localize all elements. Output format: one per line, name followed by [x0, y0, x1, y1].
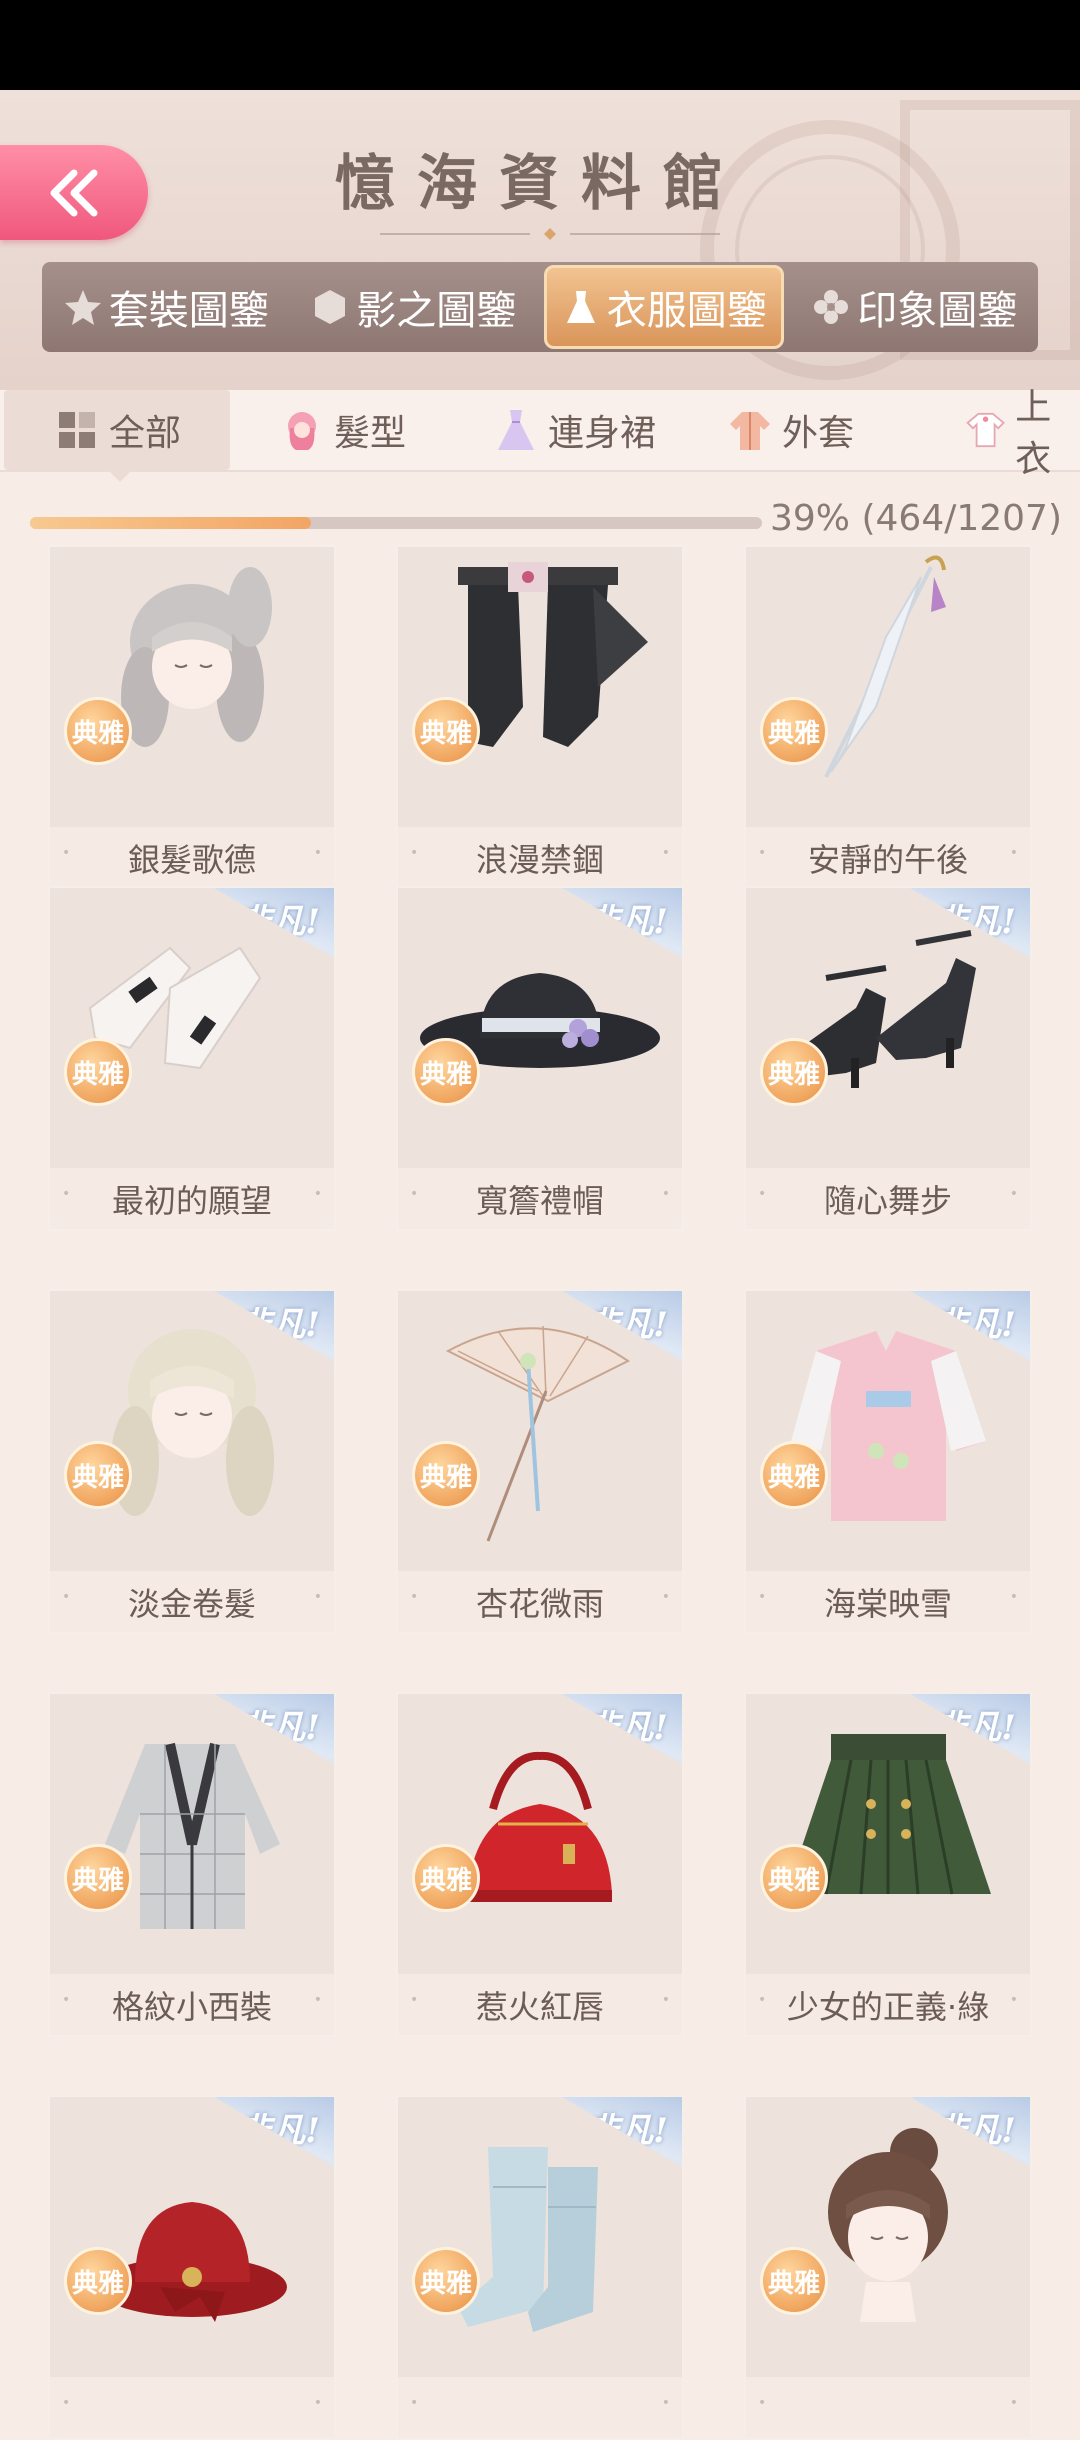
hair-icon — [288, 412, 316, 450]
item-name: 杏花微雨 — [398, 1571, 682, 1632]
item-name: 寬簷禮帽 — [398, 1168, 682, 1229]
page-title: 憶海資料館 — [335, 149, 745, 219]
tab-label: 影之圖鑒 — [356, 288, 517, 334]
grid-icon — [58, 412, 95, 448]
style-badge: 典雅 — [760, 1441, 828, 1509]
style-badge: 典雅 — [64, 1038, 132, 1106]
status-bar — [0, 0, 1080, 90]
item-card[interactable]: 非凡!典雅海棠映雪 — [744, 1289, 1032, 1634]
subcategory-tabs: 全部 髮型 連身裙 外套 上衣 — [0, 387, 1080, 480]
subtab-label: 上衣 — [1015, 387, 1052, 480]
style-badge: 典雅 — [760, 1038, 828, 1106]
style-badge: 典雅 — [760, 1844, 828, 1912]
item-name: 浪漫禁錮 — [398, 827, 682, 888]
tab-label: 衣服圖鑒 — [606, 288, 767, 334]
shirt-icon — [966, 412, 1005, 448]
item-card[interactable]: 典雅銀髮歌德 — [48, 545, 336, 890]
tab-shadow-collection[interactable]: 影之圖鑒 — [296, 265, 530, 349]
item-card[interactable]: 非凡!典雅惹火紅唇 — [396, 1692, 684, 2037]
item-card[interactable]: 非凡!典雅格紋小西裝 — [48, 1692, 336, 2037]
item-card[interactable]: 非凡!典雅寬簷禮帽 — [396, 886, 684, 1231]
style-badge: 典雅 — [64, 2247, 132, 2315]
item-name: 惹火紅唇 — [398, 1974, 682, 2035]
subtab-dress[interactable]: 連身裙 — [492, 390, 656, 470]
style-badge: 典雅 — [64, 1844, 132, 1912]
item-card[interactable]: 典雅安靜的午後 — [744, 545, 1032, 890]
subtab-top[interactable]: 上衣 — [964, 387, 1080, 480]
active-subtab-pointer — [108, 470, 132, 482]
style-badge: 典雅 — [412, 1038, 480, 1106]
subtab-label: 髮型 — [334, 413, 407, 454]
category-tabs: 套裝圖鑒 影之圖鑒 衣服圖鑒 印象圖鑒 — [42, 262, 1038, 352]
item-card[interactable]: 非凡!典雅淡金卷髮 — [48, 1289, 336, 1634]
style-badge: 典雅 — [64, 1441, 132, 1509]
item-card[interactable]: 非凡! 典雅 — [396, 2095, 684, 2440]
subtab-label: 連身裙 — [548, 413, 657, 454]
progress-text: 39% (464/1207) — [770, 498, 1063, 539]
dress-icon — [566, 291, 595, 323]
tab-impression-collection[interactable]: 印象圖鑒 — [797, 265, 1031, 349]
item-card[interactable]: 非凡!典雅最初的願望 — [48, 886, 336, 1231]
dress-icon — [498, 410, 534, 450]
item-image — [824, 555, 946, 778]
item-name: 銀髮歌德 — [50, 827, 334, 888]
style-badge: 典雅 — [412, 1441, 480, 1509]
item-image — [121, 567, 272, 747]
item-image — [458, 562, 648, 747]
tab-clothes-collection[interactable]: 衣服圖鑒 — [543, 265, 784, 349]
item-name: 隨心舞步 — [746, 1168, 1030, 1229]
item-name: 海棠映雪 — [746, 1571, 1030, 1632]
item-name: 安靜的午後 — [746, 827, 1030, 888]
tab-label: 印象圖鑒 — [857, 288, 1018, 334]
item-name — [746, 2377, 1030, 2438]
style-badge: 典雅 — [412, 2247, 480, 2315]
star-icon — [64, 290, 101, 325]
subtab-label: 外套 — [782, 413, 855, 454]
subtab-coat[interactable]: 外套 — [726, 390, 854, 470]
item-card[interactable]: 非凡! 典雅 — [48, 2095, 336, 2440]
coat-icon — [730, 412, 770, 450]
subtab-label: 全部 — [108, 413, 181, 454]
tab-suit-collection[interactable]: 套裝圖鑒 — [49, 265, 283, 349]
tab-label: 套裝圖鑒 — [108, 288, 269, 334]
item-name — [50, 2377, 334, 2438]
item-name: 淡金卷髮 — [50, 1571, 334, 1632]
item-card[interactable]: 非凡!典雅少女的正義·綠 — [744, 1692, 1032, 2037]
style-badge: 典雅 — [412, 697, 480, 765]
style-badge: 典雅 — [760, 697, 828, 765]
progress-fill — [30, 517, 312, 529]
item-name: 格紋小西裝 — [50, 1974, 334, 2035]
item-card[interactable]: 非凡!典雅隨心舞步 — [744, 886, 1032, 1231]
style-badge: 典雅 — [412, 1844, 480, 1912]
flower-icon — [814, 290, 849, 324]
item-card[interactable]: 典雅浪漫禁錮 — [396, 545, 684, 890]
item-card[interactable]: 非凡!典雅杏花微雨 — [396, 1289, 684, 1634]
item-name: 最初的願望 — [50, 1168, 334, 1229]
item-card[interactable]: 非凡! 典雅 — [744, 2095, 1032, 2440]
hexagon-icon — [315, 290, 346, 324]
subtab-hair[interactable]: 髮型 — [278, 390, 406, 470]
style-badge: 典雅 — [760, 2247, 828, 2315]
style-badge: 典雅 — [64, 697, 132, 765]
item-name — [398, 2377, 682, 2438]
collection-progress-bar — [30, 517, 762, 529]
subtab-all[interactable]: 全部 — [4, 390, 230, 470]
title-divider — [380, 228, 720, 240]
item-name: 少女的正義·綠 — [746, 1974, 1030, 2035]
